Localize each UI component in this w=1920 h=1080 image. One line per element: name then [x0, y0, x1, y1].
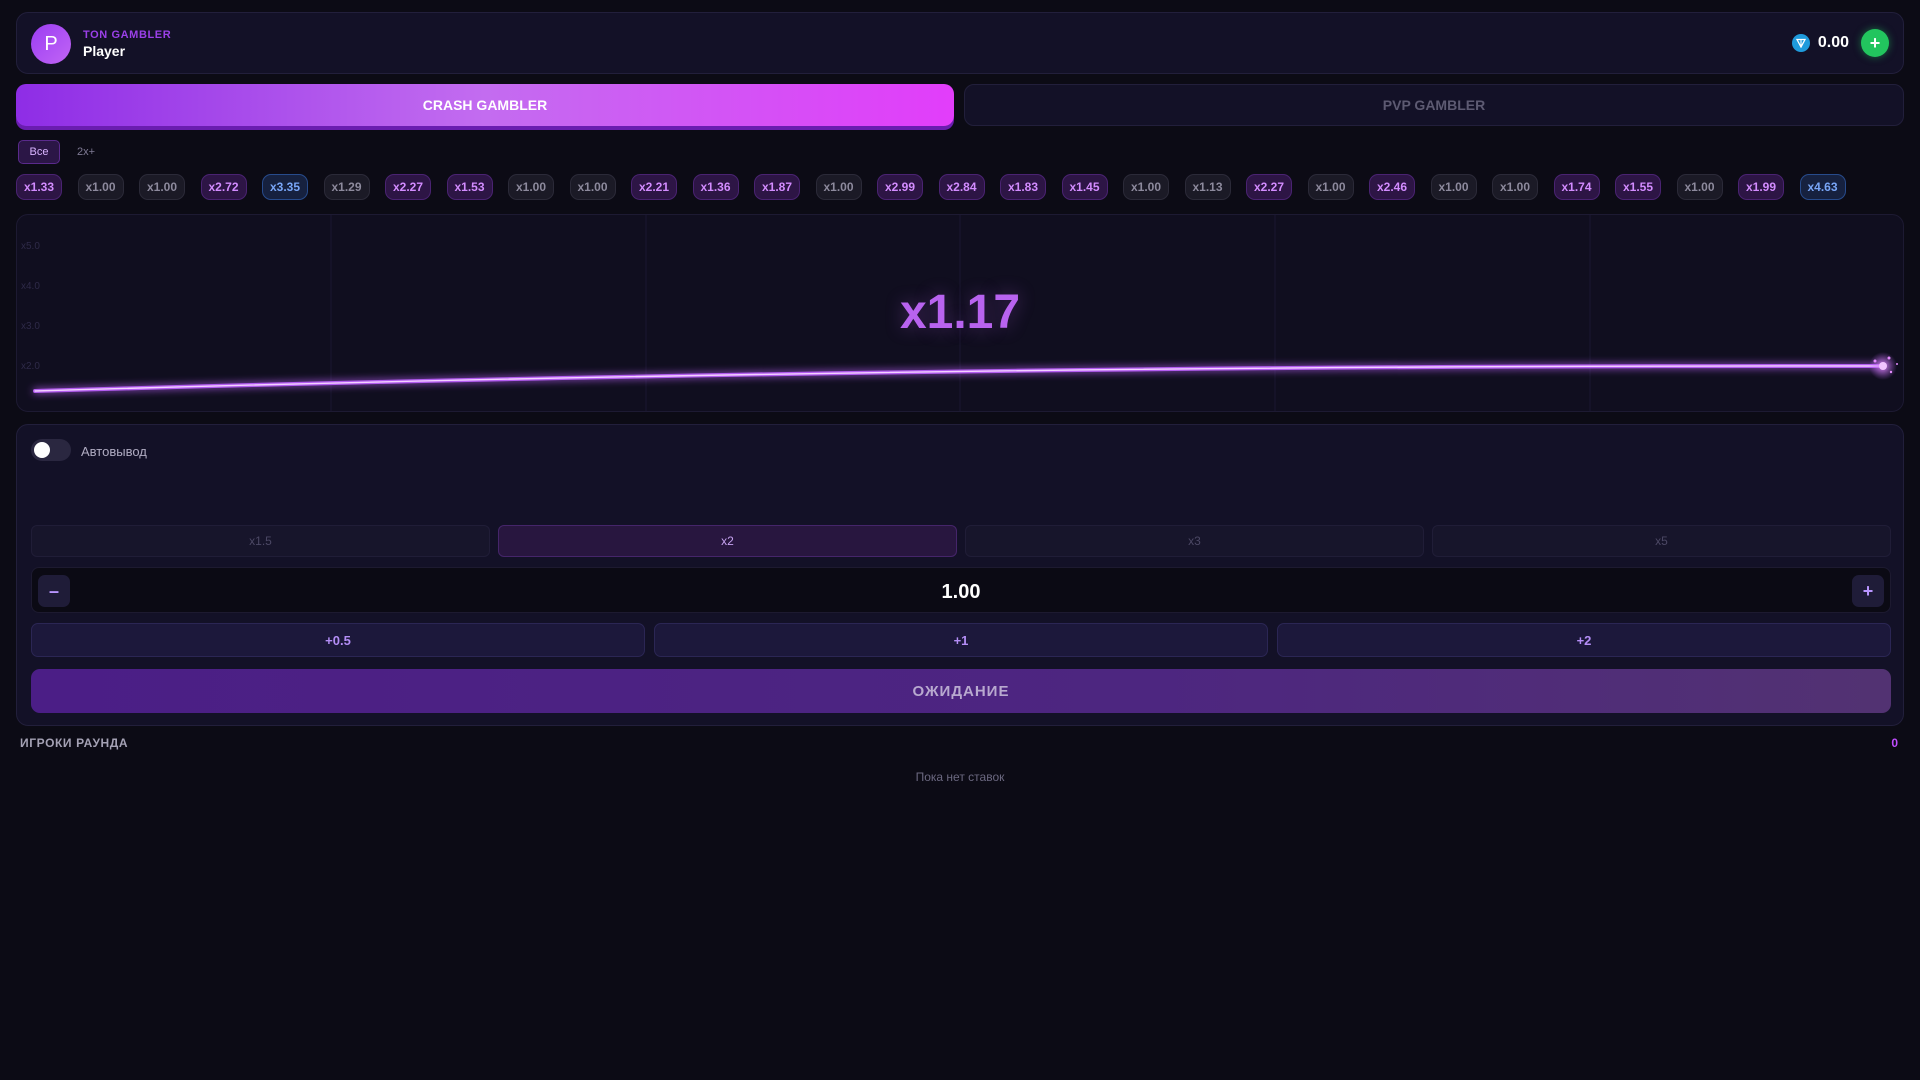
balance-value: 0.00 — [1817, 34, 1849, 51]
add-0-5-button[interactable]: +0.5 — [31, 623, 645, 657]
current-multiplier: x1.17 — [899, 286, 1021, 339]
history-chip[interactable]: x1.00 — [1123, 174, 1169, 200]
add-1-button[interactable]: +1 — [654, 623, 1268, 657]
history-chip[interactable]: x1.33 — [16, 174, 62, 200]
history-chip[interactable]: x2.27 — [385, 174, 431, 200]
ton-coin-icon — [1791, 34, 1810, 52]
history-chip[interactable]: x1.13 — [1184, 174, 1231, 200]
history-chip[interactable]: x1.00 — [1492, 174, 1538, 200]
y-axis-label: x5.0 — [21, 241, 40, 252]
add-funds-button[interactable]: + — [1861, 29, 1889, 57]
bet-amount-row: – 1.00 + — [31, 567, 1891, 613]
history-chip[interactable]: x2.21 — [631, 174, 677, 200]
history-chip[interactable]: x1.00 — [1676, 174, 1723, 200]
no-bets-message: Пока нет ставок — [915, 770, 1005, 784]
history-chip[interactable]: x1.45 — [1061, 174, 1108, 200]
preset-x1-5[interactable]: x1.5 — [31, 525, 490, 557]
history-chip[interactable]: x2.27 — [1246, 174, 1292, 200]
history-chip[interactable]: x1.36 — [692, 174, 739, 200]
bet-amount-input[interactable]: 1.00 — [32, 581, 1890, 604]
increase-bet-button[interactable]: + — [1852, 575, 1884, 607]
top-bar: P TON GAMBLER Player 0.00 + — [16, 12, 1904, 74]
bet-panel: Автовывод x1.5 x2 x3 x5 – 1.00 + +0.5 +1… — [16, 424, 1904, 726]
history-chip[interactable]: x1.87 — [754, 174, 800, 200]
history-chip[interactable]: x2.46 — [1369, 174, 1415, 200]
username: Player — [83, 43, 126, 59]
avatar-letter: P — [44, 32, 58, 55]
brand-name: TON GAMBLER — [83, 29, 172, 41]
avatar[interactable]: P — [31, 24, 71, 64]
history-chip[interactable]: x1.00 — [1307, 174, 1354, 200]
filter-all[interactable]: Все — [18, 140, 60, 164]
history-chip[interactable]: x1.00 — [815, 174, 862, 200]
history-chip[interactable]: x1.00 — [508, 174, 554, 200]
auto-cashout-label: Автовывод — [81, 444, 147, 459]
toggle-knob — [34, 442, 50, 458]
tab-crash-gambler[interactable]: CRASH GAMBLER — [16, 84, 954, 126]
history-chip[interactable]: x1.00 — [77, 174, 124, 200]
tab-pvp-gambler[interactable]: PVP GAMBLER — [964, 84, 1904, 126]
filter-2x-plus[interactable]: 2x+ — [66, 140, 106, 164]
history-chip[interactable]: x1.29 — [323, 174, 370, 200]
round-players-title: ИГРОКИ РАУНДА — [20, 736, 129, 750]
multiplier-curve — [33, 363, 1885, 393]
round-players-count: 0 — [1891, 736, 1898, 750]
history-chip[interactable]: x1.99 — [1738, 174, 1784, 200]
preset-x2[interactable]: x2 — [498, 525, 957, 557]
history-chip[interactable]: x1.74 — [1553, 174, 1600, 200]
history-chip[interactable]: x2.99 — [877, 174, 923, 200]
place-bet-button[interactable]: ОЖИДАНИЕ — [31, 669, 1891, 713]
preset-x5[interactable]: x5 — [1432, 525, 1891, 557]
history-chip[interactable]: x1.55 — [1615, 174, 1661, 200]
history-chip[interactable]: x1.53 — [446, 174, 493, 200]
history-chip[interactable]: x1.00 — [569, 174, 616, 200]
history-chip[interactable]: x2.84 — [938, 174, 985, 200]
history-chip[interactable]: x1.00 — [1430, 174, 1477, 200]
history-chip[interactable]: x3.35 — [262, 174, 308, 200]
history-chip[interactable]: x4.63 — [1799, 174, 1846, 200]
crash-chart: x5.0 x4.0 x3.0 x2.0 x1.17 — [16, 214, 1904, 412]
history-chip[interactable]: x1.00 — [139, 174, 185, 200]
preset-x3[interactable]: x3 — [965, 525, 1424, 557]
balance-area: 0.00 + — [1791, 29, 1889, 57]
crash-game-page: { "header": { "avatar_letter": "P", "bra… — [0, 0, 1920, 1080]
history-chip[interactable]: x2.72 — [200, 174, 247, 200]
auto-cashout-toggle[interactable] — [31, 439, 71, 461]
rocket-icon — [1869, 352, 1898, 380]
y-axis-label: x2.0 — [21, 361, 40, 372]
add-2-button[interactable]: +2 — [1277, 623, 1891, 657]
history-chip[interactable]: x1.83 — [1000, 174, 1046, 200]
